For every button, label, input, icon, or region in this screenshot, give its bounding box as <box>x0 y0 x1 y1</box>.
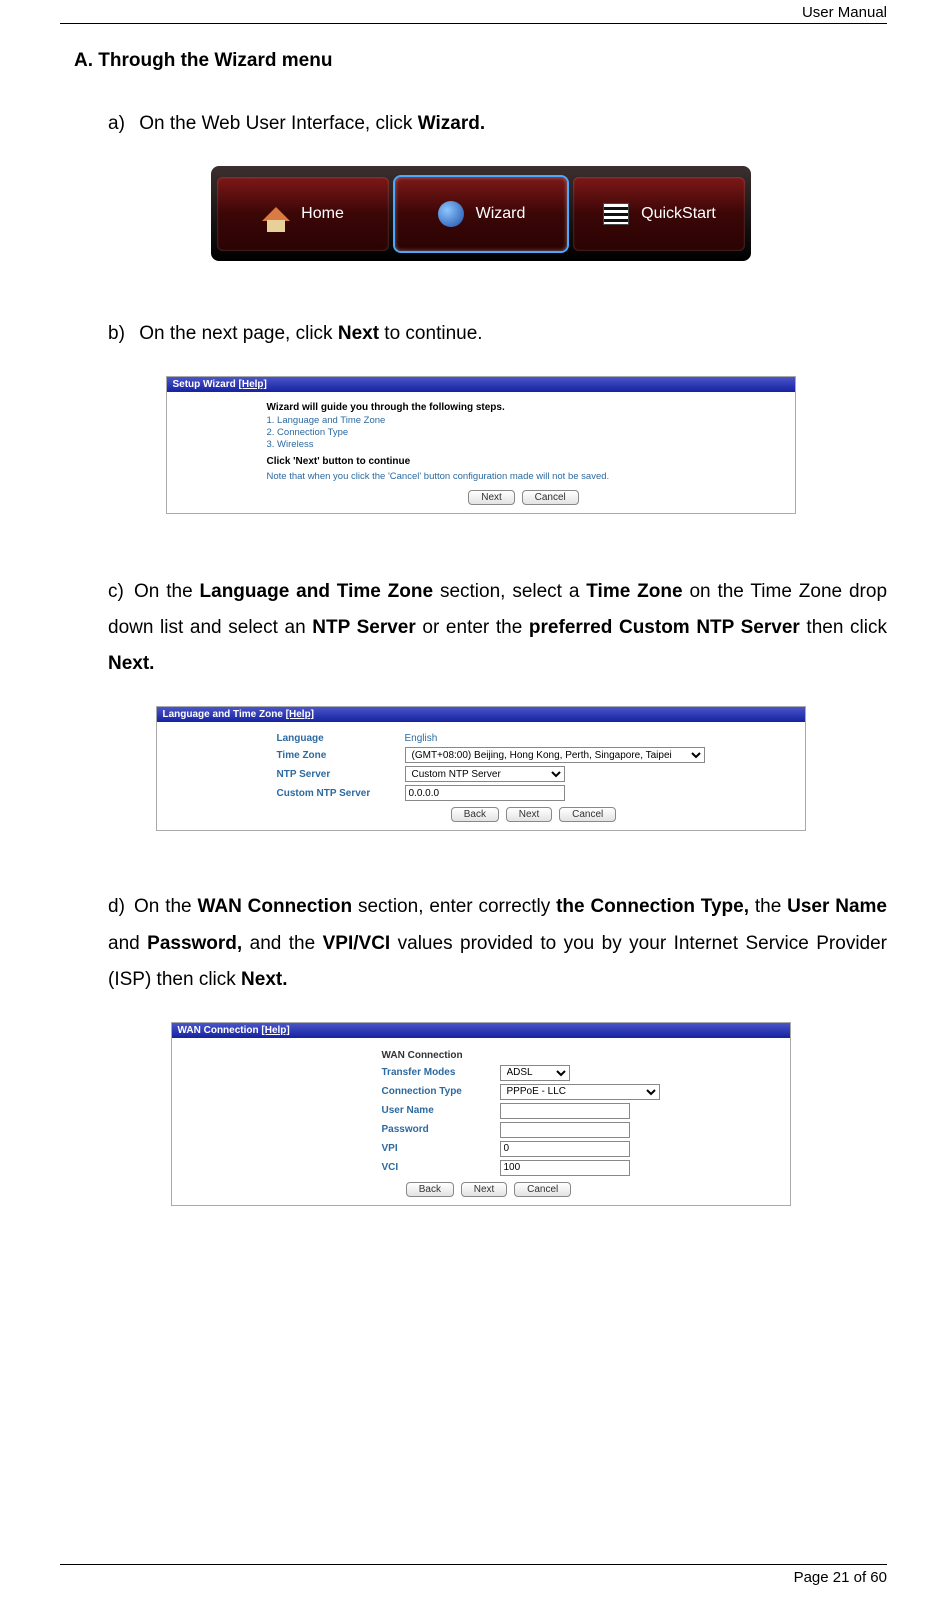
wan-username-input[interactable] <box>500 1103 630 1119</box>
nav-home-label: Home <box>301 205 344 223</box>
wan-screenshot: WAN Connection [Help] WAN Connection Tra… <box>171 1022 791 1206</box>
wan-vpi-input[interactable] <box>500 1141 630 1157</box>
section-title: Through the Wizard menu <box>98 50 332 71</box>
tz-lang-value: English <box>405 733 438 744</box>
step-b-marker: b) <box>108 316 134 352</box>
tz-help-link[interactable]: [Help] <box>286 709 314 720</box>
wan-vpi-label: VPI <box>382 1143 492 1154</box>
step-c: c)On the Language and Time Zone section,… <box>108 574 887 682</box>
wizard-next-button[interactable]: Next <box>468 490 515 505</box>
tz-lang-label: Language <box>277 733 397 744</box>
wizard-cancel-button[interactable]: Cancel <box>522 490 579 505</box>
wan-next-button[interactable]: Next <box>461 1182 508 1197</box>
tz-header: Language and Time Zone [Help] <box>157 707 805 722</box>
wan-cancel-button[interactable]: Cancel <box>514 1182 571 1197</box>
step-d-b3: User Name <box>787 896 887 917</box>
step-d-t4: and <box>108 933 147 954</box>
step-c-b2: Time Zone <box>586 581 682 602</box>
tz-next-button[interactable]: Next <box>506 807 553 822</box>
step-d-t5: and the <box>242 933 322 954</box>
home-icon <box>261 199 291 229</box>
section-letter: A. <box>74 50 93 71</box>
step-a-marker: a) <box>108 106 134 142</box>
step-c-t4: or enter the <box>416 617 529 638</box>
tz-custom-ntp-label: Custom NTP Server <box>277 788 397 799</box>
step-a-text: On the Web User Interface, click <box>139 113 417 134</box>
doc-header: User Manual <box>60 0 887 23</box>
globe-icon <box>436 199 466 229</box>
tz-ntp-select[interactable]: Custom NTP Server <box>405 766 565 782</box>
step-c-b1: Language and Time Zone <box>200 581 434 602</box>
setup-wizard-header: Setup Wizard [Help] <box>167 377 795 392</box>
wan-password-input[interactable] <box>500 1122 630 1138</box>
section-heading: A. Through the Wizard menu <box>74 50 887 72</box>
page-number: Page 21 of 60 <box>60 1565 887 1586</box>
step-d-t1: On the <box>134 896 197 917</box>
step-d-t3: the <box>749 896 787 917</box>
step-d-b6: Next. <box>241 969 287 990</box>
step-a-bold: Wizard. <box>418 113 485 134</box>
setup-wizard-help-link[interactable]: [Help] <box>239 379 267 390</box>
step-a: a) On the Web User Interface, click Wiza… <box>108 106 887 142</box>
wizard-note: Note that when you click the 'Cancel' bu… <box>267 471 781 482</box>
wan-help-link[interactable]: [Help] <box>261 1025 289 1036</box>
step-c-b5: Next. <box>108 653 154 674</box>
timezone-screenshot: Language and Time Zone [Help] Language E… <box>156 706 806 831</box>
step-c-b4: preferred Custom NTP Server <box>529 617 800 638</box>
navbar-screenshot: Home Wizard QuickStart <box>211 166 751 261</box>
wan-un-label: User Name <box>382 1105 492 1116</box>
step-c-t1: On the <box>134 581 200 602</box>
wizard-click-next: Click 'Next' button to continue <box>267 456 781 467</box>
setup-wizard-screenshot: Setup Wizard [Help] Wizard will guide yo… <box>166 376 796 514</box>
tz-tz-select[interactable]: (GMT+08:00) Beijing, Hong Kong, Perth, S… <box>405 747 705 763</box>
wizard-step3: 3. Wireless <box>267 439 781 450</box>
nav-wizard-label: Wizard <box>476 205 526 223</box>
step-c-t2: section, select a <box>433 581 586 602</box>
tz-custom-ntp-input[interactable] <box>405 785 565 801</box>
tz-cancel-button[interactable]: Cancel <box>559 807 616 822</box>
wan-tm-label: Transfer Modes <box>382 1067 492 1078</box>
wan-back-button[interactable]: Back <box>406 1182 454 1197</box>
step-c-b3: NTP Server <box>312 617 415 638</box>
wan-vci-input[interactable] <box>500 1160 630 1176</box>
nav-quickstart-button[interactable]: QuickStart <box>573 177 745 251</box>
tz-tz-label: Time Zone <box>277 750 397 761</box>
step-c-t5: then click <box>800 617 887 638</box>
step-d-b5: VPI/VCI <box>323 933 391 954</box>
nav-quickstart-label: QuickStart <box>641 205 716 223</box>
wan-ct-select[interactable]: PPPoE - LLC <box>500 1084 660 1100</box>
nav-wizard-button[interactable]: Wizard <box>395 177 567 251</box>
wizard-step1: 1. Language and Time Zone <box>267 415 781 426</box>
wizard-step2: 2. Connection Type <box>267 427 781 438</box>
wan-heading: WAN Connection <box>382 1050 776 1061</box>
wan-pw-label: Password <box>382 1124 492 1135</box>
step-b-prefix: On the next page, click <box>139 323 338 344</box>
wan-tm-select[interactable]: ADSL <box>500 1065 570 1081</box>
tz-back-button[interactable]: Back <box>451 807 499 822</box>
step-d-b2: the Connection Type, <box>556 896 749 917</box>
tz-ntp-label: NTP Server <box>277 769 397 780</box>
wan-vci-label: VCI <box>382 1162 492 1173</box>
step-d-t2: section, enter correctly <box>352 896 556 917</box>
step-d: d)On the WAN Connection section, enter c… <box>108 889 887 997</box>
setup-wizard-title: Setup Wizard <box>173 379 239 390</box>
step-d-b1: WAN Connection <box>197 896 352 917</box>
step-c-marker: c) <box>108 574 134 610</box>
nav-home-button[interactable]: Home <box>217 177 389 251</box>
step-d-marker: d) <box>108 889 134 925</box>
step-b-bold: Next <box>338 323 379 344</box>
flag-icon <box>601 199 631 229</box>
step-b: b) On the next page, click Next to conti… <box>108 316 887 352</box>
wan-header: WAN Connection [Help] <box>172 1023 790 1038</box>
step-d-b4: Password, <box>147 933 242 954</box>
wizard-heading: Wizard will guide you through the follow… <box>267 402 781 413</box>
wan-ct-label: Connection Type <box>382 1086 492 1097</box>
wan-title: WAN Connection <box>178 1025 262 1036</box>
step-b-suffix: to continue. <box>379 323 483 344</box>
tz-title: Language and Time Zone <box>163 709 286 720</box>
